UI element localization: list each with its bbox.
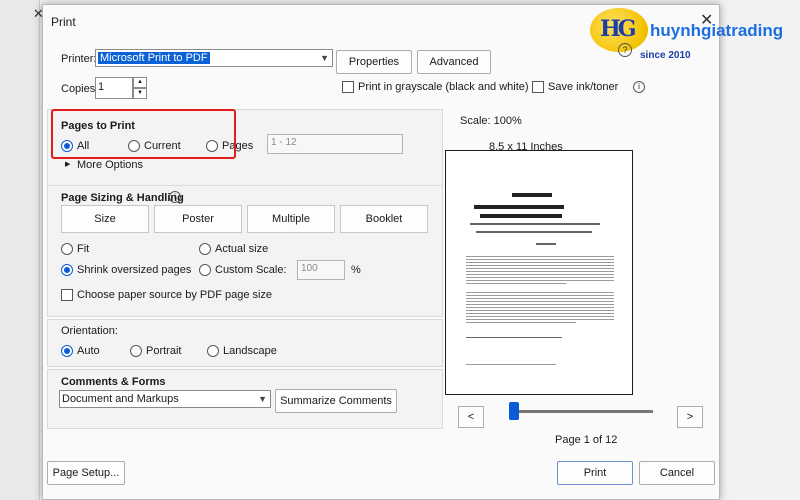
fit-radio[interactable] (61, 243, 73, 255)
expand-triangle-icon[interactable]: ▶ (65, 160, 70, 168)
preview-heading (476, 231, 592, 233)
comments-select[interactable]: Document and Markups ▼ (59, 390, 271, 408)
preview-text-line (466, 322, 576, 323)
orientation-portrait-label: Portrait (146, 345, 182, 357)
preview-text-line (466, 292, 614, 293)
preview-scale: Scale: 100% (460, 115, 522, 127)
preview-text-line (466, 265, 614, 266)
grayscale-label: Print in grayscale (black and white) (358, 81, 529, 93)
tab-booklet[interactable]: Booklet (340, 205, 428, 233)
printer-select[interactable]: Microsoft Print to PDF ▼ (95, 49, 333, 67)
tab-multiple[interactable]: Multiple (247, 205, 335, 233)
more-options-link[interactable]: More Options (77, 159, 143, 171)
preview-text-line (466, 301, 614, 302)
percent-label: % (351, 264, 361, 276)
info-icon[interactable]: i (169, 191, 181, 203)
preview-text-line (466, 280, 614, 281)
chevron-down-icon: ▼ (258, 394, 267, 404)
brand-logo-badge-text: HG (600, 16, 637, 42)
chevron-down-icon: ▼ (320, 53, 329, 63)
preview-text-line (466, 259, 614, 260)
preview-text-line (466, 319, 614, 320)
dialog-title: Print (51, 15, 76, 29)
comments-select-value: Document and Markups (62, 393, 179, 405)
grayscale-checkbox[interactable] (342, 81, 354, 93)
highlight-box (51, 109, 236, 159)
preview-heading (536, 243, 556, 245)
pages-range-input[interactable]: 1 - 12 (267, 134, 403, 154)
copies-stepper[interactable]: 1 ▲ ▼ (95, 77, 147, 99)
preview-heading (480, 214, 562, 218)
shrink-radio[interactable] (61, 264, 73, 276)
page-slider-track[interactable] (509, 410, 653, 413)
preview-text-line (466, 295, 614, 296)
preview-text-line (466, 298, 614, 299)
cancel-button[interactable]: Cancel (639, 461, 715, 485)
preview-text-line (466, 277, 614, 278)
preview-text-line (466, 307, 614, 308)
orientation-auto-radio[interactable] (61, 345, 73, 357)
preview-heading (470, 223, 600, 225)
page-setup-button[interactable]: Page Setup... (47, 461, 125, 485)
save-ink-label: Save ink/toner (548, 81, 619, 93)
summarize-comments-button[interactable]: Summarize Comments (275, 389, 397, 413)
custom-scale-input[interactable]: 100 (297, 260, 345, 280)
copies-value: 1 (98, 81, 105, 93)
orientation-panel: Orientation: Auto Portrait Landscape (47, 319, 443, 367)
print-button[interactable]: Print (557, 461, 633, 485)
page-sizing-title: Page Sizing & Handling (61, 192, 184, 204)
shrink-label: Shrink oversized pages (77, 264, 192, 276)
printer-label: Printer: (61, 53, 97, 65)
orientation-auto-label: Auto (77, 345, 100, 357)
copies-label: Copies: (61, 83, 99, 95)
preview-text-line (466, 313, 614, 314)
actual-size-radio[interactable] (199, 243, 211, 255)
stepper-down-icon[interactable]: ▼ (133, 88, 147, 99)
preview-text-line (466, 310, 614, 311)
orientation-portrait-radio[interactable] (130, 345, 142, 357)
printer-select-value: Microsoft Print to PDF (98, 52, 210, 64)
background-sidebar (0, 0, 40, 500)
close-icon[interactable]: ✕ (700, 10, 790, 30)
fit-label: Fit (77, 243, 90, 255)
custom-scale-label: Custom Scale: (215, 264, 287, 276)
actual-size-label: Actual size (215, 243, 269, 255)
preview-text-line (466, 364, 556, 365)
paper-source-label: Choose paper source by PDF page size (77, 289, 273, 301)
save-ink-checkbox[interactable] (532, 81, 544, 93)
orientation-landscape-radio[interactable] (207, 345, 219, 357)
properties-button[interactable]: Properties (336, 50, 412, 74)
comments-title: Comments & Forms (61, 376, 166, 388)
advanced-button[interactable]: Advanced (417, 50, 491, 74)
preview-text-line (466, 262, 614, 263)
info-icon[interactable]: i (633, 81, 645, 93)
preview-page (445, 150, 633, 395)
custom-scale-radio[interactable] (199, 264, 211, 276)
preview-text-line (466, 304, 614, 305)
orientation-landscape-label: Landscape (223, 345, 277, 357)
preview-heading (512, 193, 552, 197)
preview-text-line (466, 283, 566, 284)
tab-size[interactable]: Size (61, 205, 149, 233)
page-counter: Page 1 of 12 (555, 434, 618, 446)
preview-text-line (466, 256, 614, 257)
preview-text-line (466, 337, 562, 338)
next-page-button[interactable]: > (677, 406, 703, 428)
page-slider-thumb[interactable] (508, 402, 519, 420)
help-icon[interactable]: ? (618, 43, 632, 57)
preview-text-line (466, 271, 614, 272)
stepper-up-icon[interactable]: ▲ (133, 77, 147, 88)
preview-text-line (466, 316, 614, 317)
preview-heading (474, 205, 564, 209)
paper-source-checkbox[interactable] (61, 289, 73, 301)
preview-text-line (466, 268, 614, 269)
tab-poster[interactable]: Poster (154, 205, 242, 233)
prev-page-button[interactable]: < (458, 406, 484, 428)
brand-logo-since: since 2010 (640, 50, 691, 61)
preview-text-line (466, 274, 614, 275)
orientation-title: Orientation: (61, 325, 118, 337)
